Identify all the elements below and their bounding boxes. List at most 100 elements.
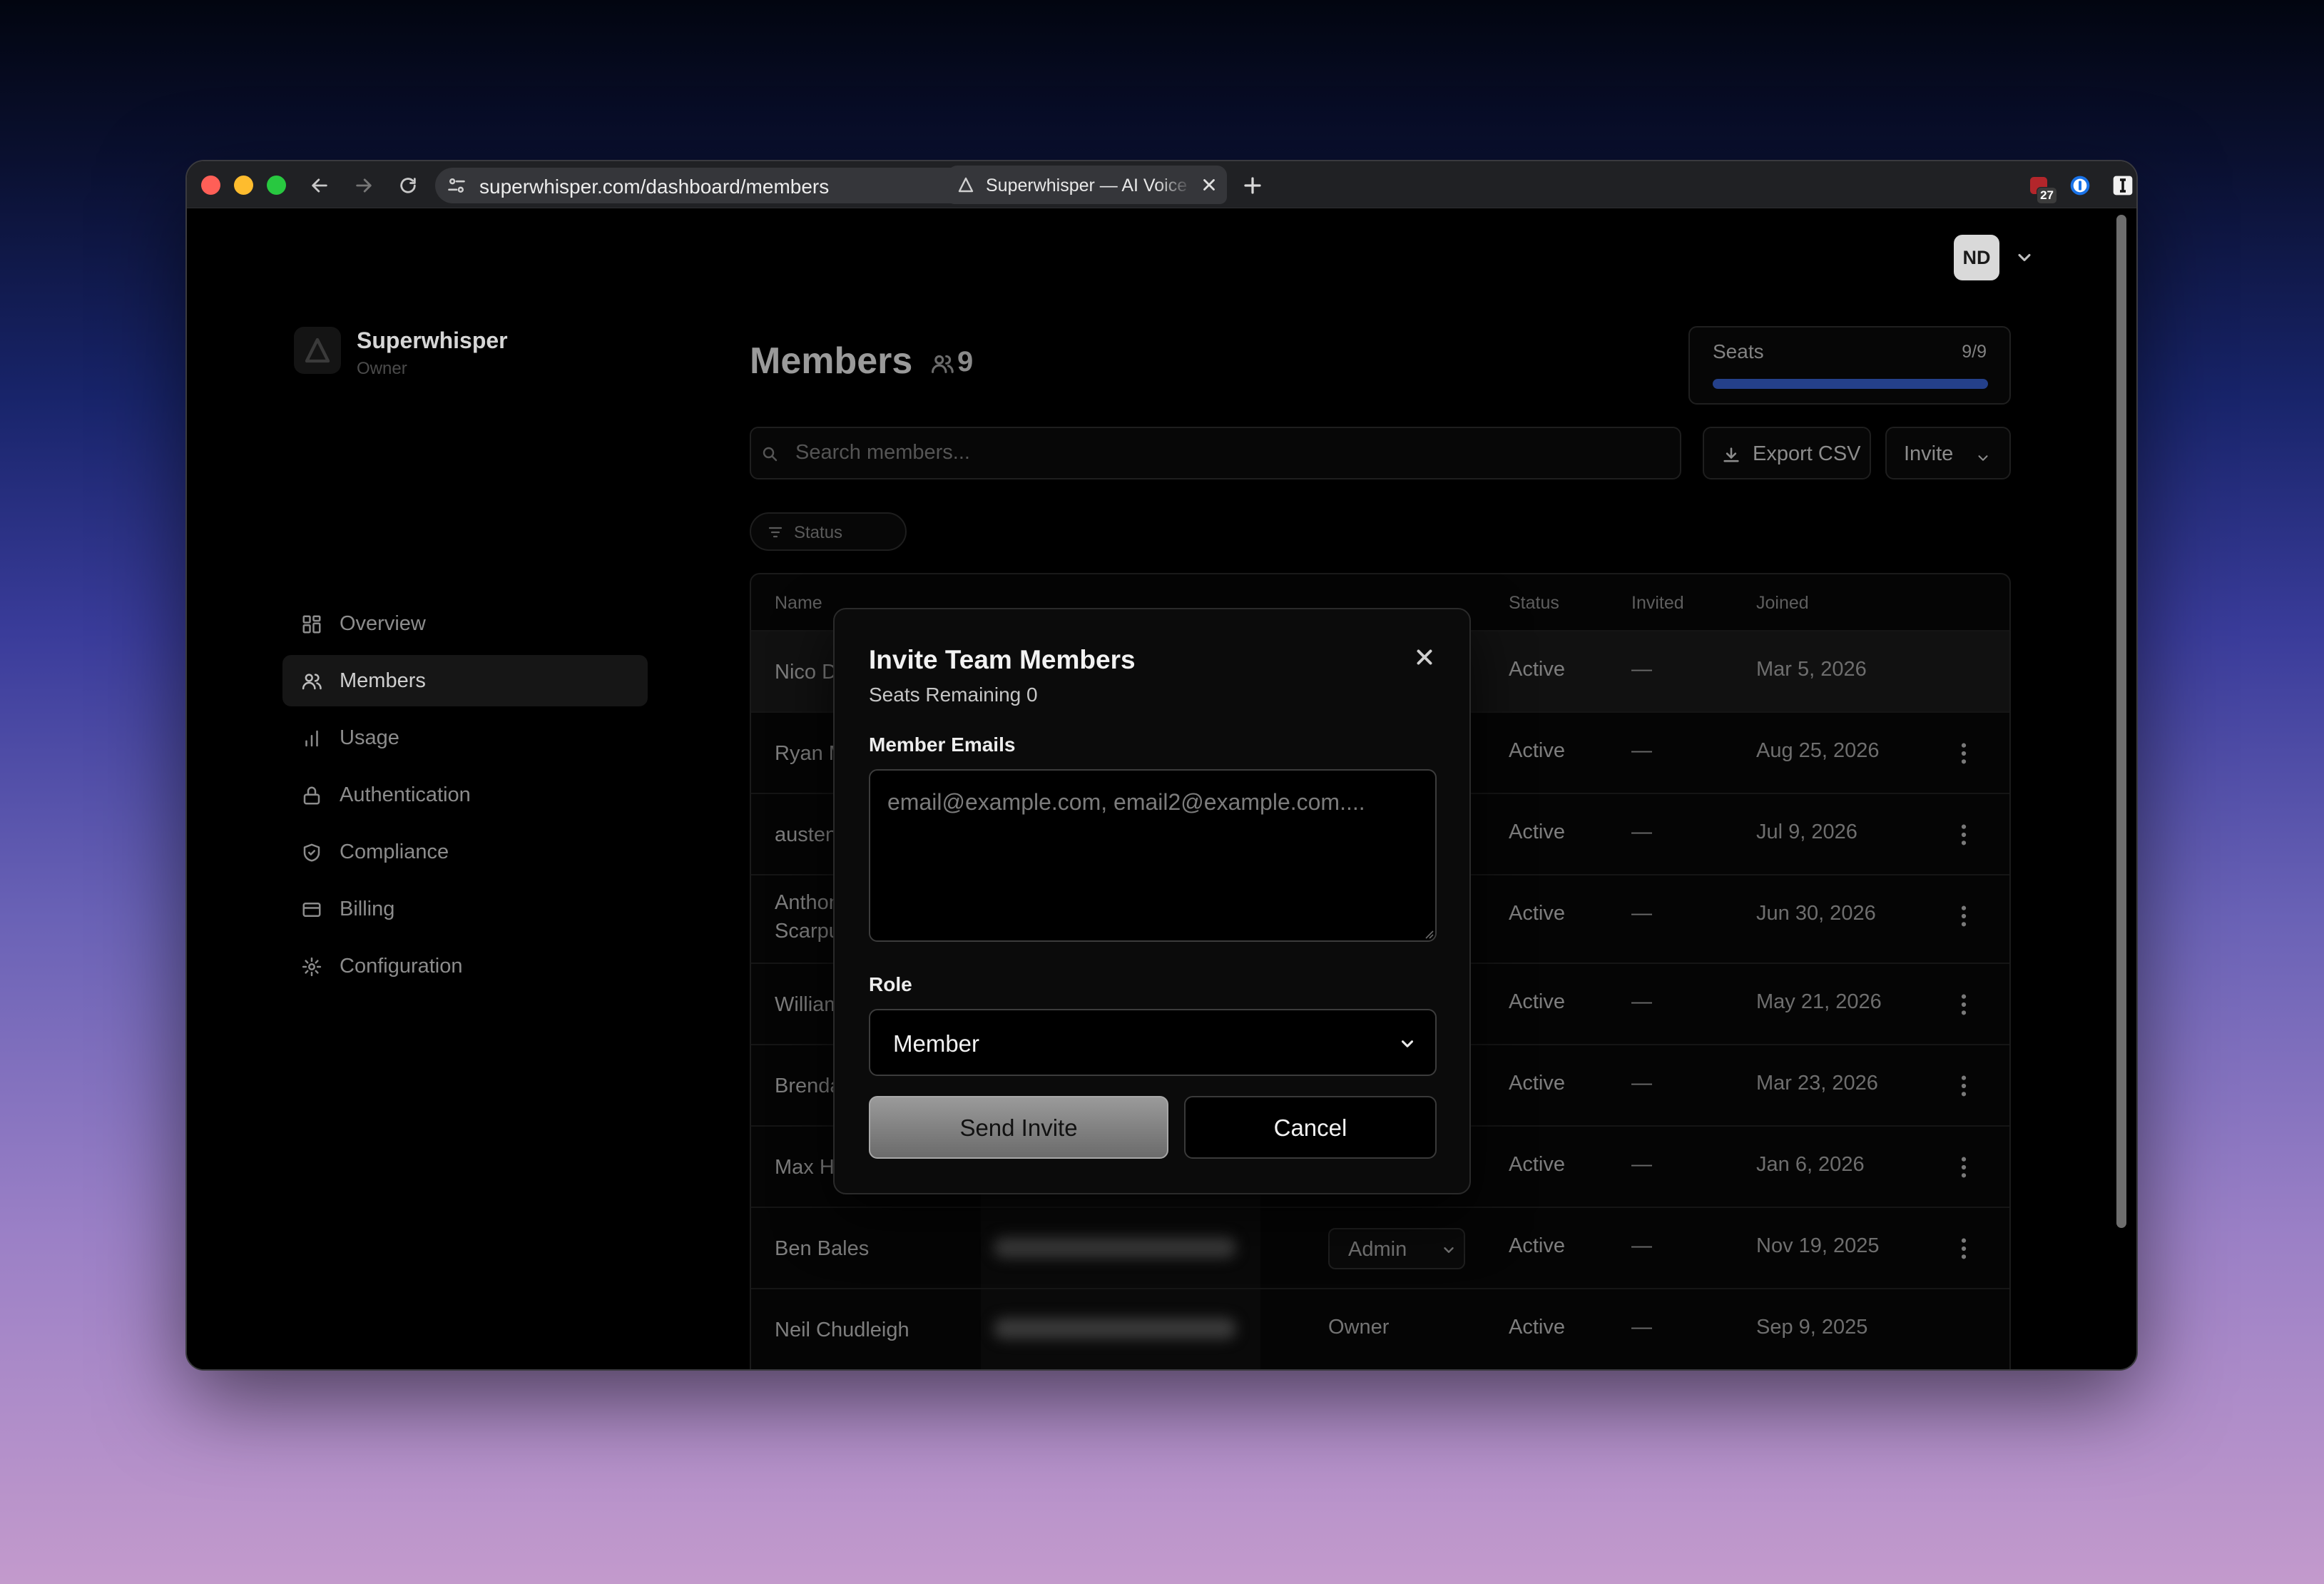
search-input[interactable] — [795, 441, 1651, 464]
i-extension[interactable] — [2109, 171, 2136, 200]
url-text: superwhisper.com/dashboard/members — [479, 176, 830, 198]
seats-card: Seats 9/9 — [1688, 326, 2011, 405]
sidebar-item-authentication[interactable]: Authentication — [282, 769, 648, 821]
seats-remaining-text: Seats Remaining 0 — [869, 684, 1038, 706]
chevron-down-icon — [1975, 448, 1991, 464]
joined-date: Sep 9, 2025 — [1756, 1316, 1868, 1339]
member-emails-field[interactable] — [869, 769, 1437, 942]
row-actions-kebab-icon[interactable] — [1958, 741, 1969, 766]
role-text: Owner — [1328, 1316, 1390, 1339]
sidebar-item-overview[interactable]: Overview — [282, 598, 648, 649]
sidebar-item-usage[interactable]: Usage — [282, 712, 648, 763]
search-bar[interactable] — [750, 427, 1681, 479]
superwhisper-favicon-icon — [957, 176, 974, 193]
tab-close-icon[interactable] — [1200, 176, 1218, 194]
chevron-down-icon[interactable] — [2014, 248, 2034, 268]
redacted-email — [981, 1289, 1260, 1369]
page-scrollbar[interactable] — [2116, 215, 2126, 1228]
resize-handle-icon[interactable] — [1424, 929, 1434, 939]
password-manager-extension[interactable] — [2066, 171, 2094, 200]
member-name: Neil Chudleigh — [775, 1319, 909, 1341]
member-name: Ben Bales — [775, 1237, 870, 1260]
export-csv-button[interactable]: Export CSV — [1703, 427, 1871, 479]
shield-icon — [301, 842, 322, 863]
role-value: Admin — [1348, 1238, 1407, 1261]
redacted-email — [981, 1208, 1260, 1289]
invited-value: — — [1631, 1316, 1652, 1339]
role-dropdown[interactable]: Admin — [1328, 1228, 1465, 1269]
minimize-window-button[interactable] — [234, 176, 253, 195]
download-icon — [1721, 445, 1741, 465]
credit-card-icon — [301, 899, 322, 920]
role-select[interactable]: Member — [869, 1009, 1437, 1076]
invited-value: — — [1631, 990, 1652, 1013]
joined-date: May 21, 2026 — [1756, 990, 1882, 1013]
browser-tab[interactable]: Superwhisper — AI Voice — [947, 166, 1227, 204]
sidebar-item-label: Overview — [340, 612, 426, 635]
member-count: 9 — [957, 346, 974, 377]
sidebar-item-members[interactable]: Members — [282, 655, 648, 706]
invited-value: — — [1631, 902, 1652, 925]
status-text: Active — [1509, 658, 1565, 681]
new-tab-button[interactable] — [1238, 171, 1267, 200]
status-text: Active — [1509, 1234, 1565, 1257]
search-icon — [761, 445, 778, 462]
modal-title: Invite Team Members — [869, 645, 1136, 674]
users-icon — [301, 671, 322, 692]
extension-badge-count: 27 — [2037, 187, 2057, 204]
row-actions-kebab-icon[interactable] — [1958, 1155, 1969, 1179]
status-filter-chip[interactable]: Status — [750, 512, 907, 551]
row-actions-kebab-icon[interactable] — [1958, 1237, 1969, 1261]
back-button[interactable] — [305, 171, 334, 200]
cancel-label: Cancel — [1273, 1115, 1347, 1141]
sidebar-item-configuration[interactable]: Configuration — [282, 940, 648, 992]
close-window-button[interactable] — [201, 176, 220, 195]
seats-label: Seats — [1713, 340, 1764, 362]
row-actions-kebab-icon[interactable] — [1958, 823, 1969, 847]
invite-button[interactable]: Invite — [1885, 427, 2011, 479]
column-header-status[interactable]: Status — [1509, 593, 1559, 614]
column-header-invited[interactable]: Invited — [1631, 593, 1684, 614]
page-title: Members — [750, 340, 913, 382]
user-avatar[interactable]: ND — [1954, 235, 1999, 280]
send-invite-label: Send Invite — [959, 1115, 1078, 1141]
zoom-window-button[interactable] — [267, 176, 286, 195]
joined-date: Jan 6, 2026 — [1756, 1153, 1865, 1176]
forward-button[interactable] — [350, 171, 378, 200]
grid-icon — [301, 614, 322, 635]
table-row[interactable]: Neil Chudleigh Owner Active — Sep 9, 2025 — [751, 1288, 2009, 1369]
status-text: Active — [1509, 1316, 1565, 1339]
row-actions-kebab-icon[interactable] — [1958, 1074, 1969, 1098]
plus-icon — [1244, 177, 1261, 194]
column-header-joined[interactable]: Joined — [1756, 593, 1809, 614]
filter-icon — [767, 524, 784, 541]
send-invite-button[interactable]: Send Invite — [869, 1096, 1168, 1159]
table-row[interactable]: Ben Bales Admin Active — Nov 19, 2025 — [751, 1207, 2009, 1289]
row-actions-kebab-icon[interactable] — [1958, 992, 1969, 1017]
member-name: William — [775, 993, 842, 1016]
member-emails-label: Member Emails — [869, 733, 1016, 756]
invited-value: — — [1631, 1153, 1652, 1176]
status-text: Active — [1509, 739, 1565, 762]
invited-value: — — [1631, 1072, 1652, 1095]
sidebar-item-compliance[interactable]: Compliance — [282, 826, 648, 878]
extension-badge-button[interactable]: 27 — [2024, 171, 2057, 204]
export-csv-label: Export CSV — [1753, 442, 1861, 465]
site-settings-icon[interactable] — [447, 176, 467, 196]
org-name[interactable]: Superwhisper — [357, 328, 508, 354]
invite-label: Invite — [1904, 442, 1954, 465]
chevron-down-icon — [1398, 1035, 1417, 1053]
cancel-button[interactable]: Cancel — [1184, 1096, 1437, 1159]
joined-date: Mar 23, 2026 — [1756, 1072, 1878, 1095]
chevron-down-icon — [1441, 1242, 1457, 1258]
reload-button[interactable] — [394, 171, 422, 200]
sidebar-item-billing[interactable]: Billing — [282, 883, 648, 935]
column-header-name[interactable]: Name — [775, 593, 822, 614]
row-actions-kebab-icon[interactable] — [1958, 904, 1969, 928]
password-manager-icon — [2070, 176, 2090, 196]
joined-date: Nov 19, 2025 — [1756, 1234, 1880, 1257]
filter-label: Status — [794, 523, 843, 542]
joined-date: Jun 30, 2026 — [1756, 902, 1876, 925]
invite-modal: Invite Team Members Seats Remaining 0 Me… — [833, 608, 1471, 1194]
close-icon[interactable] — [1412, 645, 1437, 669]
